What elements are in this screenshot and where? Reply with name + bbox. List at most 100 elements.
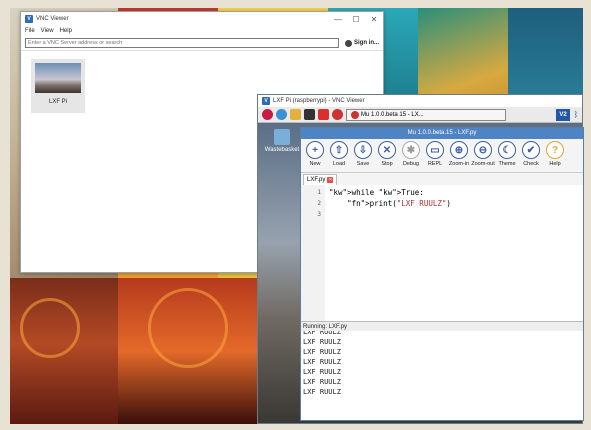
tray: V2 ᛒ: [556, 108, 582, 121]
toolbar-button-label: Load: [332, 161, 346, 167]
toolbar-button-debug[interactable]: ✱ Debug: [399, 141, 423, 167]
raspberry-menu-icon[interactable]: [262, 109, 273, 120]
toolbar-button-label: Zoom-out: [471, 161, 495, 167]
taskbar-task-label: Mu 1.0.0.beta 15 - LX...: [361, 111, 424, 118]
stop-icon: ✕: [378, 141, 396, 159]
pi-window-title: LXF Pi (raspberrypi) - VNC Viewer: [273, 98, 365, 104]
zoom-out-icon: ⊖: [474, 141, 492, 159]
taskbar-mu-task[interactable]: Mu 1.0.0.beta 15 - LX...: [346, 108, 506, 121]
folder-icon[interactable]: [290, 109, 301, 120]
toolbar-button-new[interactable]: + New: [303, 141, 327, 167]
wallpaper-tile: [508, 8, 583, 108]
line-number: 2: [317, 200, 321, 207]
toolbar-button-check[interactable]: ✔ Check: [519, 141, 543, 167]
menu-view[interactable]: View: [41, 28, 54, 34]
toolbar-button-zoom-out[interactable]: ⊖ Zoom-out: [471, 141, 495, 167]
check-icon: ✔: [522, 141, 540, 159]
repl-output-line: LXF RUULZ: [303, 338, 341, 346]
mu-icon: [351, 110, 359, 119]
toolbar-button-zoom-in[interactable]: ⊕ Zoom-in: [447, 141, 471, 167]
wallpaper-decoration: [20, 298, 80, 358]
vnc-tray-icon[interactable]: V2: [556, 108, 570, 121]
window-controls: — ☐ ✕: [329, 12, 383, 26]
toolbar-button-stop[interactable]: ✕ Stop: [375, 141, 399, 167]
wallpaper-tile: [10, 278, 118, 424]
wolfram-icon[interactable]: [318, 109, 329, 120]
wastebasket-label: Wastebasket: [264, 147, 300, 153]
pi-session-window: V LXF Pi (raspberrypi) - VNC Viewer Mu 1…: [257, 94, 584, 424]
mu-editor-window: Mu 1.0.0.beta.15 - LXF.py + New ⇧ Load ⇩ Save…: [300, 127, 584, 421]
menu-file[interactable]: File: [25, 28, 35, 34]
theme-icon: ☾: [498, 141, 516, 159]
server-address-input[interactable]: [25, 38, 339, 48]
vnc-addressbar: Sign in...: [21, 36, 383, 50]
repl-header: Running: LXF.py: [301, 321, 583, 331]
toolbar-button-label: Debug: [402, 161, 420, 167]
tab-lxf-py[interactable]: LXF.py ✕: [303, 174, 338, 185]
terminal-icon[interactable]: [304, 109, 315, 120]
wallpaper-tile: [118, 278, 258, 424]
repl-output-line: LXF RUULZ: [303, 348, 341, 356]
code-line: "kw">while "kw">True:: [329, 188, 424, 197]
repl-output-line: LXF RUULZ: [303, 358, 341, 366]
new-icon: +: [306, 141, 324, 159]
line-number: 1: [317, 189, 321, 196]
toolbar-button-label: Zoom-in: [448, 161, 470, 167]
toolbar-button-label: REPL: [427, 161, 443, 167]
debug-icon: ✱: [402, 141, 420, 159]
sign-in-button[interactable]: Sign in...: [345, 39, 379, 47]
pi-titlebar[interactable]: V LXF Pi (raspberrypi) - VNC Viewer: [258, 95, 582, 107]
zoom-in-icon: ⊕: [450, 141, 468, 159]
sign-in-label: Sign in...: [354, 40, 379, 46]
toolbar-button-label: New: [309, 161, 321, 167]
repl-icon: ▭: [426, 141, 444, 159]
thumbnail-preview-image: [35, 63, 81, 93]
mu-toolbar: + New ⇧ Load ⇩ Save ✕ Stop ✱ Debug ▭ REPL ⊕ Zoom-in ⊖ Z…: [301, 139, 583, 173]
repl-output-line: LXF RUULZ: [303, 378, 341, 386]
code-line: "fn">print("LXF RUULZ"): [347, 199, 451, 208]
toolbar-button-repl[interactable]: ▭ REPL: [423, 141, 447, 167]
mathematica-icon[interactable]: [332, 109, 343, 120]
menu-help[interactable]: Help: [60, 28, 72, 34]
toolbar-button-theme[interactable]: ☾ Theme: [495, 141, 519, 167]
computer-label: LXF Pi: [48, 99, 67, 105]
toolbar-button-save[interactable]: ⇩ Save: [351, 141, 375, 167]
vnc-app-icon: V: [262, 97, 270, 105]
toolbar-button-label: Help: [549, 161, 561, 167]
wastebasket-desktop-icon[interactable]: Wastebasket: [262, 129, 302, 153]
toolbar-button-help[interactable]: ? Help: [543, 141, 567, 167]
code-editor[interactable]: 1 "kw">while "kw">True: 2 "fn">print("LXF …: [301, 185, 583, 321]
maximize-button[interactable]: ☐: [347, 12, 365, 26]
toolbar-button-label: Theme: [498, 161, 516, 167]
line-number: 3: [317, 211, 321, 218]
load-icon: ⇧: [330, 141, 348, 159]
close-tab-icon[interactable]: ✕: [327, 177, 334, 183]
vnc-menubar: File View Help: [21, 26, 383, 36]
toolbar-button-label: Check: [523, 161, 539, 167]
user-icon: [345, 39, 352, 47]
toolbar-button-label: Stop: [381, 161, 393, 167]
tab-bar: LXF.py ✕: [301, 173, 583, 185]
repl-output-line: LXF RUULZ: [303, 368, 341, 376]
vnc-titlebar[interactable]: V VNC Viewer — ☐ ✕: [21, 12, 383, 26]
trash-icon: [274, 129, 290, 145]
mu-title: Mu 1.0.0.beta.15 - LXF.py: [301, 128, 583, 139]
minimize-button[interactable]: —: [329, 12, 347, 26]
toolbar-button-load[interactable]: ⇧ Load: [327, 141, 351, 167]
computer-thumbnail[interactable]: LXF Pi: [31, 59, 85, 113]
vnc-window-title: VNC Viewer: [36, 16, 69, 22]
help-icon: ?: [546, 141, 564, 159]
bluetooth-icon[interactable]: ᛒ: [572, 109, 580, 121]
vnc-app-icon: V: [25, 15, 33, 23]
wallpaper-decoration: [148, 288, 228, 368]
close-button[interactable]: ✕: [365, 12, 383, 26]
tab-label: LXF.py: [307, 177, 326, 183]
toolbar-button-label: Save: [356, 161, 370, 167]
pi-desktop: Wastebasket Mu 1.0.0.beta.15 - LXF.py + N…: [258, 123, 584, 423]
wallpaper-tile: [418, 8, 508, 108]
repl-output-pane[interactable]: LXF RUULZ LXF RUULZ LXF RUULZ LXF RUULZ LXF …: [301, 331, 583, 420]
save-icon: ⇩: [354, 141, 372, 159]
repl-output-line: LXF RUULZ: [303, 388, 341, 396]
pi-taskbar: Mu 1.0.0.beta 15 - LX... V2 ᛒ: [258, 107, 582, 123]
browser-icon[interactable]: [276, 109, 287, 120]
